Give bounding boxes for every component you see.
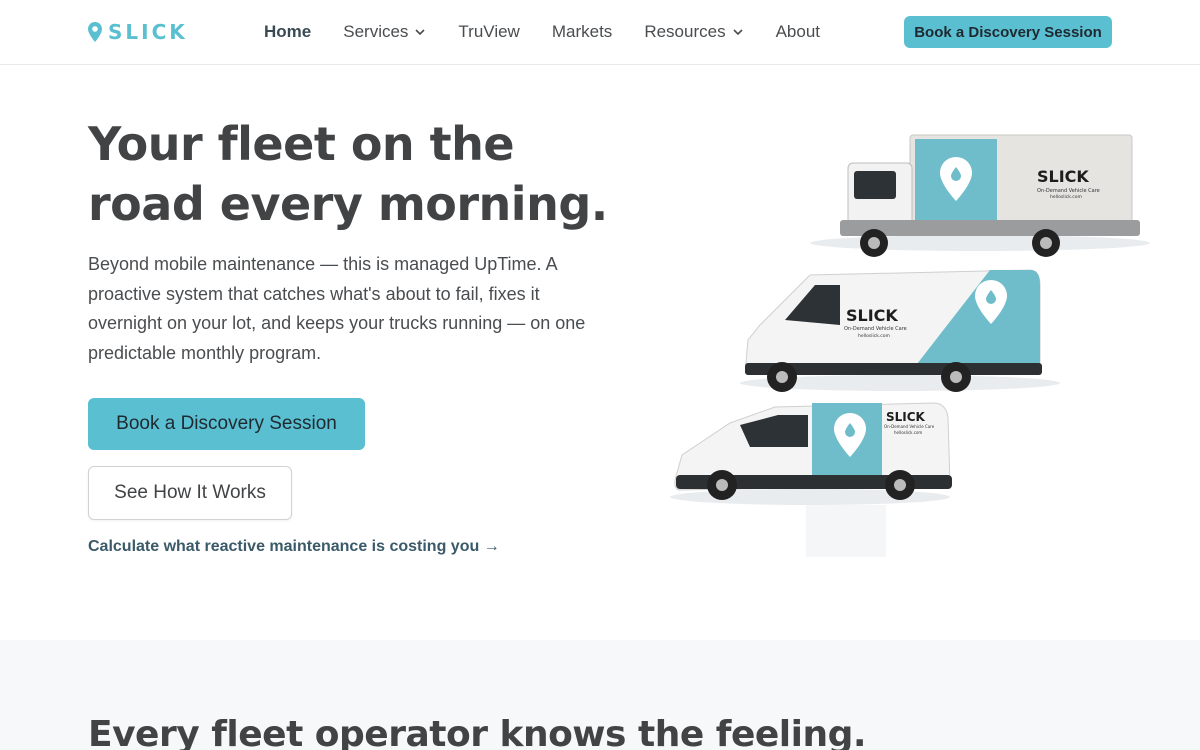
cargo-van-brand: SLICK	[846, 306, 898, 325]
fleet-vehicles-illustration: SLICK On-Demand Vehicle Care helloslick.…	[670, 134, 1150, 557]
nav-services[interactable]: Services	[343, 22, 426, 42]
location-pin-icon	[88, 22, 102, 42]
nav-home-label: Home	[264, 22, 312, 41]
nav-markets[interactable]: Markets	[552, 22, 612, 42]
calculate-cost-link[interactable]: Calculate what reactive maintenance is c…	[88, 538, 500, 556]
logo-wordmark: SLICK	[108, 20, 188, 44]
nav-truview-label: TruView	[458, 22, 520, 41]
pain-points-title: Every fleet operator knows the feeling.	[88, 714, 867, 750]
nav-services-label: Services	[343, 22, 409, 41]
box-truck-url: helloslick.com	[1050, 194, 1082, 200]
main-nav: Home Services TruView Markets Resources …	[264, 22, 852, 42]
chevron-down-icon	[415, 29, 425, 36]
cargo-van-tagline: On-Demand Vehicle Care	[844, 326, 907, 332]
box-truck	[810, 134, 1150, 257]
book-discovery-session-button[interactable]: Book a Discovery Session	[88, 398, 365, 450]
hero-title-line1: Your fleet on the	[88, 117, 515, 171]
nav-markets-label: Markets	[551, 22, 613, 41]
header-book-session-button[interactable]: Book a Discovery Session	[904, 16, 1112, 48]
nav-resources-label: Resources	[644, 22, 726, 41]
small-van-tagline: On-Demand Vehicle Care	[884, 424, 935, 429]
site-header: SLICK Home Services TruView Markets Reso…	[0, 0, 1200, 65]
nav-about-label: About	[775, 22, 821, 41]
box-truck-brand: SLICK	[1037, 167, 1089, 186]
nav-about[interactable]: About	[776, 22, 820, 42]
hero-subtitle: Beyond mobile maintenance — this is mana…	[88, 254, 586, 363]
small-van-url: helloslick.com	[894, 430, 922, 435]
box-truck-tagline: On-Demand Vehicle Care	[1037, 188, 1100, 194]
nav-home[interactable]: Home	[264, 22, 311, 42]
logo[interactable]: SLICK	[88, 20, 188, 44]
chevron-down-icon	[733, 29, 743, 36]
nav-truview[interactable]: TruView	[458, 22, 519, 42]
hero-title: Your fleet on the road every morning.	[88, 114, 648, 234]
nav-resources[interactable]: Resources	[644, 22, 743, 42]
cargo-van-url: helloslick.com	[858, 333, 890, 339]
see-how-it-works-button[interactable]: See How It Works	[88, 466, 292, 520]
hero-title-line2: road every morning.	[88, 177, 608, 231]
small-van-brand: SLICK	[886, 410, 926, 424]
